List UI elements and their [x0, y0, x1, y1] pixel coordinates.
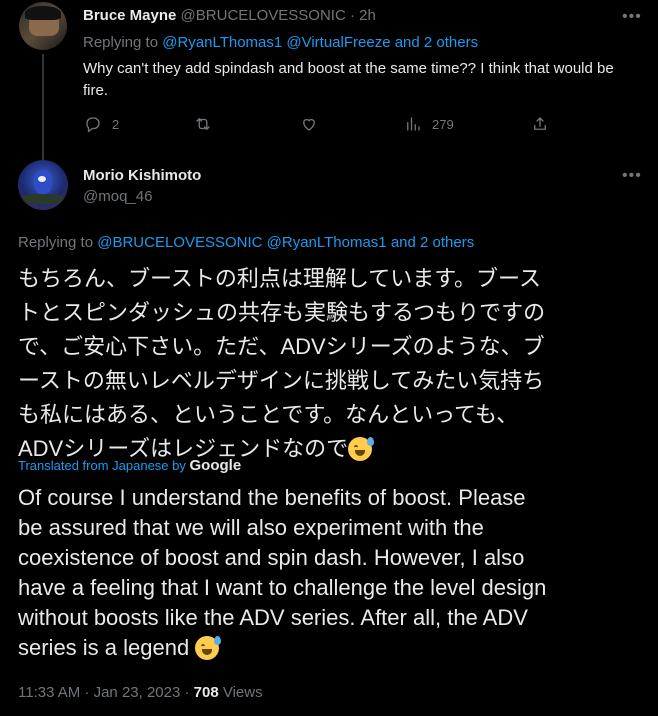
- tweet-timestamp[interactable]: 11:33 AM · Jan 23, 2023 ·: [18, 684, 194, 701]
- tweet-text-japanese: もちろん、ブーストの利点は理解しています。ブース トとスピンダッシュの共存も実験…: [18, 262, 545, 466]
- translation-attribution: Translated from Japanese by Google: [18, 457, 241, 474]
- replying-prefix: Replying to: [83, 34, 163, 51]
- more-icon[interactable]: •••: [622, 168, 642, 184]
- views-icon: [407, 117, 420, 131]
- sweat-smile-emoji: [195, 636, 222, 660]
- reply-text: Why can't they add spindash and boost at…: [83, 60, 614, 99]
- views-action[interactable]: 279: [404, 115, 454, 133]
- jp-line: も私にはある、ということです。なんといっても、: [18, 402, 519, 427]
- main-avatar[interactable]: [18, 160, 68, 210]
- en-line: coexistence of boost and spin dash. Howe…: [18, 545, 525, 570]
- tweet-meta: 11:33 AM · Jan 23, 2023 · 708 Views: [18, 684, 263, 701]
- view-count: 708: [193, 684, 219, 701]
- reply-time[interactable]: · 2h: [350, 7, 376, 24]
- sweat-smile-emoji: [348, 437, 375, 461]
- en-line: Of course I understand the benefits of b…: [18, 485, 526, 510]
- reply-replying-to: Replying to @RyanLThomas1 @VirtualFreeze…: [83, 34, 478, 51]
- en-line: be assured that we will also experiment …: [18, 515, 484, 540]
- main-display-name[interactable]: Morio Kishimoto: [83, 167, 201, 184]
- reply-handle[interactable]: @BRUCELOVESSONIC: [181, 7, 346, 24]
- share-action[interactable]: [531, 115, 549, 133]
- jp-line: もちろん、ブーストの利点は理解しています。ブース: [18, 266, 541, 291]
- reply-action[interactable]: 2: [84, 115, 119, 133]
- thread-line: [42, 54, 44, 160]
- tweet-text-translated: Of course I understand the benefits of b…: [18, 483, 546, 663]
- reply-header: Bruce Mayne @BRUCELOVESSONIC · 2h: [83, 7, 376, 24]
- like-icon: [303, 118, 315, 131]
- main-header: Morio Kishimoto @moq_46: [83, 167, 201, 205]
- en-line-last: series is a legend: [18, 633, 546, 663]
- views-count: 279: [432, 116, 454, 132]
- en-line: have a feeling that I want to challenge …: [18, 575, 547, 600]
- en-line: series is a legend: [18, 635, 190, 660]
- main-handle[interactable]: @moq_46: [83, 188, 201, 205]
- jp-line: で、ご安心下さい。ただ、ADVシリーズのような、ブ: [18, 334, 545, 359]
- translated-label[interactable]: Translated from Japanese by: [18, 458, 186, 473]
- like-action[interactable]: [300, 115, 318, 133]
- reply-icon: [86, 117, 100, 133]
- replying-to-link[interactable]: @BRUCELOVESSONIC @RyanLThomas1 and 2 oth…: [97, 234, 474, 251]
- share-icon: [534, 117, 546, 130]
- jp-line: トとスピンダッシュの共存も実験もするつもりですの: [18, 300, 546, 325]
- retweet-icon: [196, 118, 210, 130]
- replying-to-link[interactable]: @RyanLThomas1 @VirtualFreeze and 2 other…: [162, 34, 478, 51]
- en-line: without boosts like the ADV series. Afte…: [18, 605, 528, 630]
- jp-line: ーストの無いレベルデザインに挑戦してみたい気持ち: [18, 368, 545, 393]
- replying-prefix: Replying to: [18, 234, 98, 251]
- reply-display-name[interactable]: Bruce Mayne: [83, 7, 176, 24]
- google-logo: Google: [189, 457, 242, 474]
- reply-avatar[interactable]: [19, 2, 67, 50]
- reply-count: 2: [112, 116, 120, 132]
- retweet-action[interactable]: [194, 115, 212, 133]
- main-replying-to: Replying to @BRUCELOVESSONIC @RyanLThoma…: [18, 234, 474, 251]
- more-icon[interactable]: •••: [622, 9, 642, 25]
- views-label: Views: [218, 684, 263, 701]
